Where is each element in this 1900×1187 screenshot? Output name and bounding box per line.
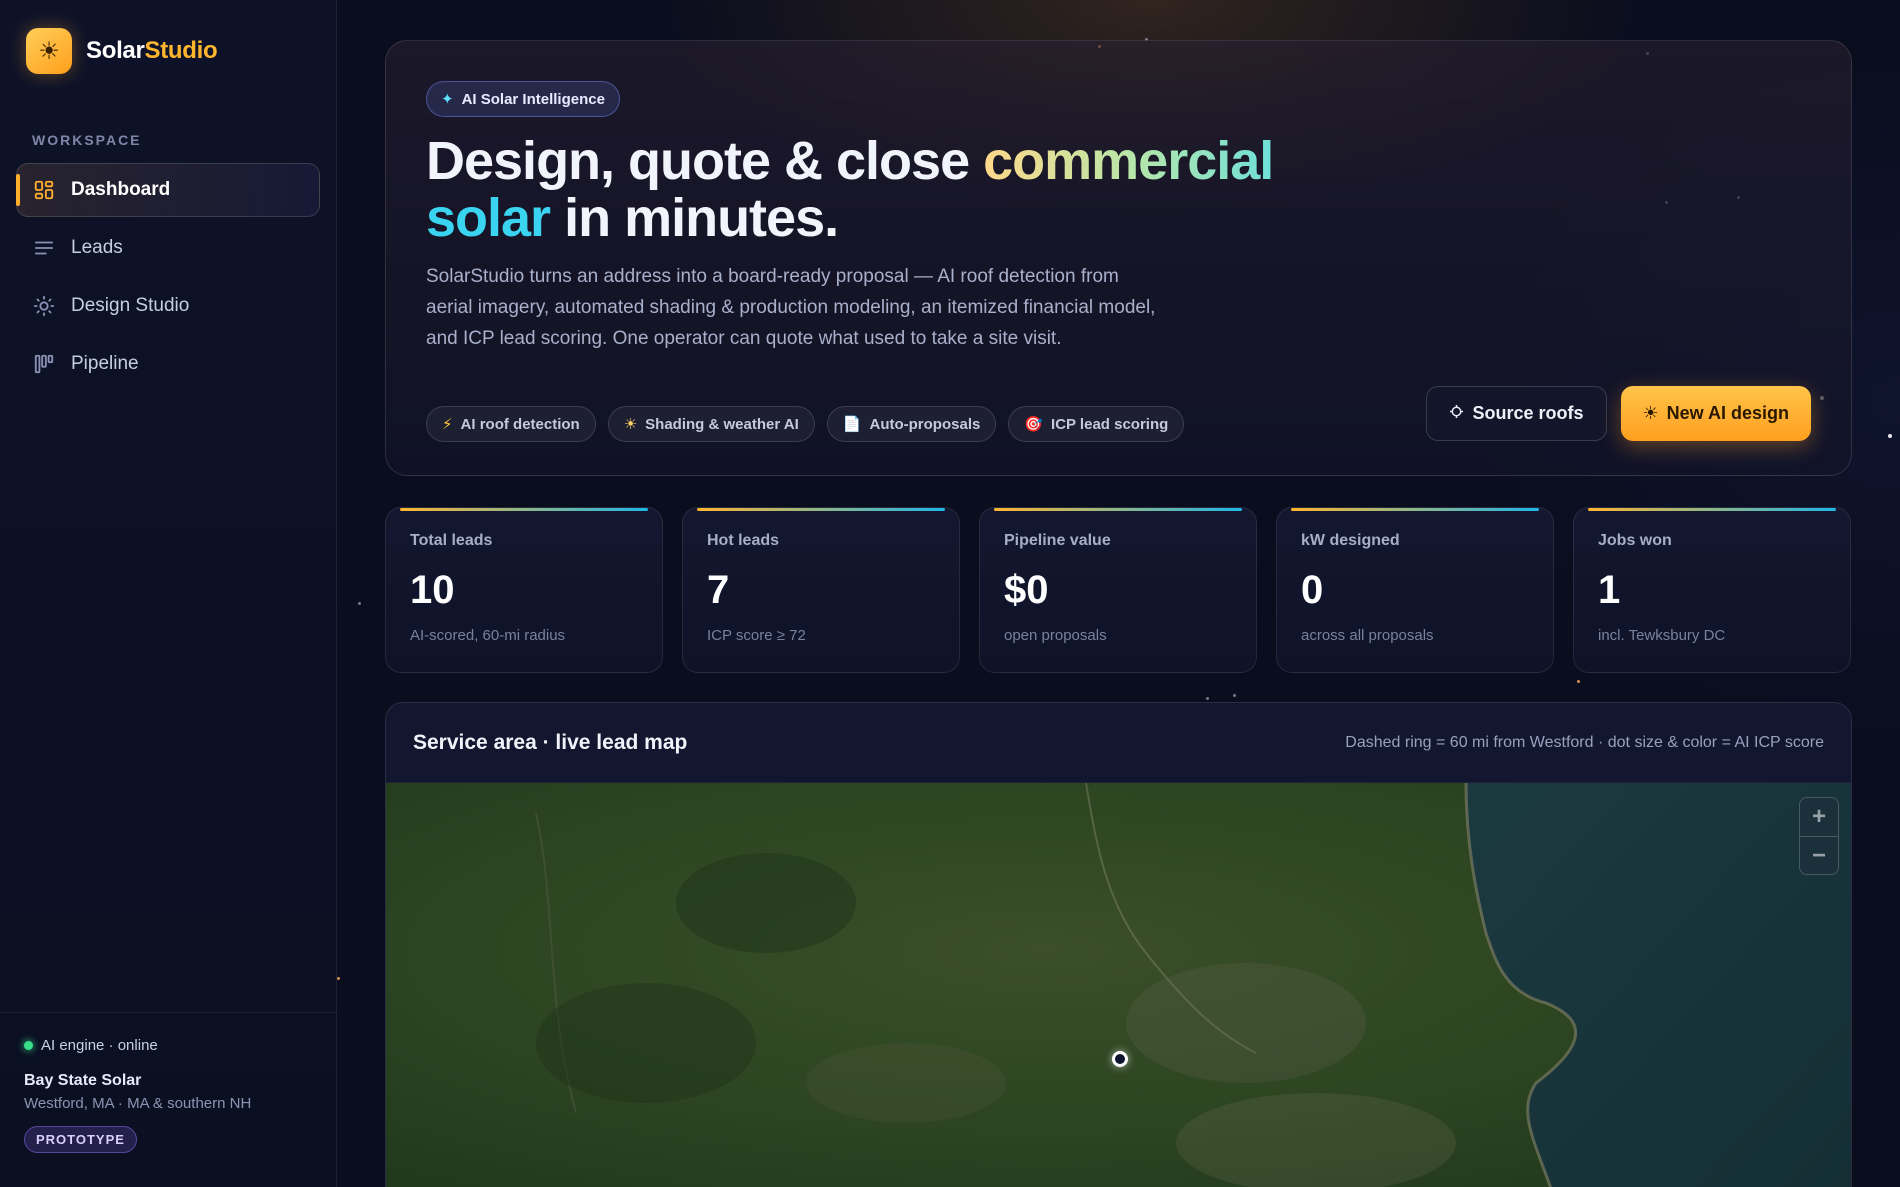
page-title: Design, quote & close commercial solar in… bbox=[426, 133, 1326, 247]
kanban-icon bbox=[33, 353, 55, 375]
stat-label: Jobs won bbox=[1598, 532, 1672, 549]
sidebar-item-label: Design Studio bbox=[71, 295, 190, 316]
sidebar-footer: AI engine · online Bay State Solar Westf… bbox=[0, 1012, 337, 1187]
grid-icon bbox=[33, 179, 55, 201]
stat-card-kw-designed[interactable]: kW designed 0 across all proposals bbox=[1276, 507, 1554, 673]
stat-label: Hot leads bbox=[707, 532, 780, 549]
stat-label: Total leads bbox=[410, 532, 493, 549]
stat-card-pipeline-value[interactable]: Pipeline value $0 open proposals bbox=[979, 507, 1257, 673]
lead-map-card: Service area · live lead map Dashed ring… bbox=[385, 702, 1852, 1187]
engine-status: AI engine · online bbox=[24, 1037, 313, 1054]
star-decoration bbox=[1233, 694, 1236, 697]
map-header: Service area · live lead map Dashed ring… bbox=[386, 703, 1851, 783]
ai-pill: ✦ AI Solar Intelligence bbox=[426, 81, 620, 117]
sparkle-icon: ✦ bbox=[441, 91, 454, 108]
ai-pill-label: AI Solar Intelligence bbox=[461, 90, 605, 108]
stat-label: Pipeline value bbox=[1004, 532, 1111, 549]
star-decoration bbox=[337, 977, 340, 980]
stat-card-total-leads[interactable]: Total leads 10 AI-scored, 60-mi radius bbox=[385, 507, 663, 673]
title-part1: Design, quote & close bbox=[426, 131, 984, 191]
stat-subtext: incl. Tewksbury DC bbox=[1598, 627, 1726, 644]
brand-name: SolarStudio bbox=[86, 37, 218, 64]
chip-shading-weather: ☀ Shading & weather AI bbox=[607, 406, 815, 442]
sun-icon: ☀ bbox=[623, 416, 638, 433]
feature-chips: ⚡ AI roof detection ☀ Shading & weather AI… bbox=[426, 406, 1185, 442]
title-cyan: solar bbox=[426, 188, 551, 248]
stat-card-hot-leads[interactable]: Hot leads 7 ICP score ≥ 72 bbox=[682, 507, 960, 673]
sidebar: ☀ SolarStudio WORKSPACE Dashboard Leads … bbox=[0, 0, 337, 1187]
stat-value: $0 bbox=[1004, 568, 1049, 612]
title-part2: in minutes. bbox=[550, 188, 839, 248]
source-roofs-label: Source roofs bbox=[1472, 403, 1584, 423]
star-decoration bbox=[1888, 434, 1892, 438]
title-highlight: commercial bbox=[983, 131, 1274, 191]
satellite-map[interactable]: + − bbox=[386, 783, 1851, 1187]
star-decoration bbox=[1206, 697, 1209, 700]
stat-value: 0 bbox=[1301, 568, 1324, 612]
stat-subtext: open proposals bbox=[1004, 627, 1107, 644]
chip-roof-detection: ⚡ AI roof detection bbox=[426, 406, 596, 442]
sidebar-item-pipeline[interactable]: Pipeline bbox=[16, 337, 320, 391]
sidebar-nav: Dashboard Leads Design Studio Pipeline bbox=[16, 163, 320, 395]
stat-subtext: ICP score ≥ 72 bbox=[707, 627, 806, 644]
brand[interactable]: ☀ SolarStudio bbox=[26, 28, 218, 74]
hero-panel: ✦ AI Solar Intelligence Design, quote & … bbox=[385, 40, 1852, 476]
document-icon: 📄 bbox=[842, 416, 862, 433]
hero-actions: Source roofs ☀ New AI design bbox=[1426, 386, 1811, 441]
chip-label: ICP lead scoring bbox=[1051, 415, 1169, 433]
sun-icon: ☀ bbox=[1642, 403, 1659, 423]
stat-subtext: AI-scored, 60-mi radius bbox=[410, 627, 566, 644]
stat-value: 7 bbox=[707, 568, 730, 612]
target-icon: 🎯 bbox=[1024, 416, 1044, 433]
stat-value: 1 bbox=[1598, 568, 1621, 612]
stat-label: kW designed bbox=[1301, 532, 1400, 549]
stats-row: Total leads 10 AI-scored, 60-mi radius H… bbox=[385, 507, 1851, 673]
sun-icon bbox=[33, 295, 55, 317]
status-dot-icon bbox=[24, 1041, 33, 1050]
sidebar-item-dashboard[interactable]: Dashboard bbox=[16, 163, 320, 217]
chip-label: Auto-proposals bbox=[869, 415, 981, 433]
stat-subtext: across all proposals bbox=[1301, 627, 1434, 644]
sidebar-item-design-studio[interactable]: Design Studio bbox=[16, 279, 320, 333]
stat-card-jobs-won[interactable]: Jobs won 1 incl. Tewksbury DC bbox=[1573, 507, 1851, 673]
sidebar-item-label: Dashboard bbox=[71, 179, 171, 200]
zoom-out-button[interactable]: − bbox=[1800, 836, 1838, 874]
new-ai-design-label: New AI design bbox=[1666, 403, 1789, 423]
sidebar-item-label: Pipeline bbox=[71, 353, 139, 374]
engine-status-text: AI engine · online bbox=[41, 1037, 158, 1054]
workspace-label: WORKSPACE bbox=[32, 132, 142, 148]
map-title: Service area · live lead map bbox=[413, 730, 688, 754]
map-imagery bbox=[386, 783, 1851, 1187]
chip-label: Shading & weather AI bbox=[645, 415, 799, 433]
map-legend: Dashed ring = 60 mi from Westford · dot … bbox=[1345, 733, 1824, 751]
star-decoration bbox=[358, 602, 361, 605]
org-location: Westford, MA · MA & southern NH bbox=[24, 1095, 252, 1112]
new-ai-design-button[interactable]: ☀ New AI design bbox=[1620, 386, 1811, 441]
sun-icon: ☀ bbox=[26, 28, 72, 74]
list-icon bbox=[33, 237, 55, 259]
sidebar-item-leads[interactable]: Leads bbox=[16, 221, 320, 275]
sidebar-item-label: Leads bbox=[71, 237, 123, 258]
zoom-controls: + − bbox=[1799, 797, 1839, 875]
prototype-badge: PROTOTYPE bbox=[24, 1126, 137, 1153]
crosshair-icon bbox=[1449, 403, 1464, 424]
zoom-in-button[interactable]: + bbox=[1800, 798, 1838, 836]
lightning-icon: ⚡ bbox=[442, 416, 453, 433]
org-name: Bay State Solar bbox=[24, 1072, 142, 1089]
hero-description: SolarStudio turns an address into a boar… bbox=[426, 266, 1156, 349]
chip-auto-proposals: 📄 Auto-proposals bbox=[826, 406, 997, 442]
source-roofs-button[interactable]: Source roofs bbox=[1426, 386, 1607, 441]
lead-marker[interactable] bbox=[1112, 1051, 1128, 1067]
star-decoration bbox=[1577, 680, 1580, 683]
stat-value: 10 bbox=[410, 568, 455, 612]
chip-label: AI roof detection bbox=[460, 415, 580, 433]
chip-icp-scoring: 🎯 ICP lead scoring bbox=[1008, 406, 1185, 442]
